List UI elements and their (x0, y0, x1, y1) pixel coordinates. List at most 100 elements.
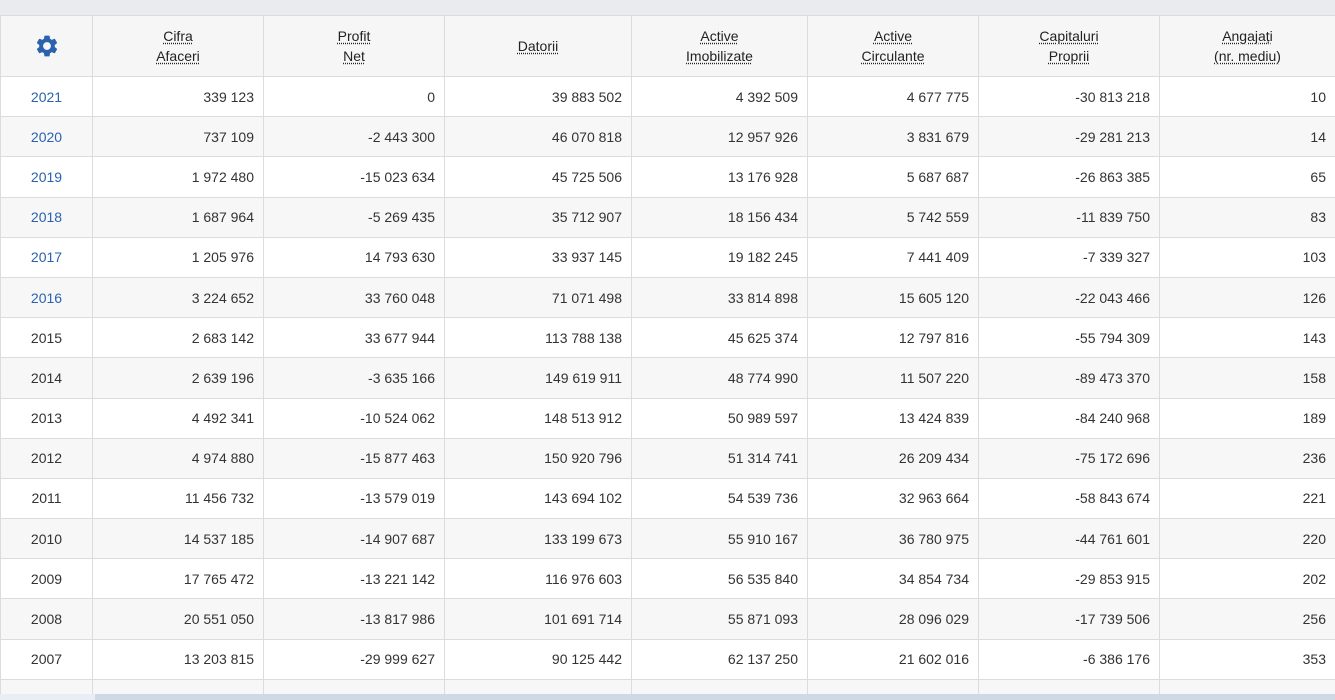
column-header-label[interactable]: Profit Net (338, 26, 371, 66)
cell-active-circulante: 15 605 120 (807, 276, 979, 319)
cell-active-imobilizate: 56 535 840 (631, 558, 808, 600)
column-header-label[interactable]: Active Circulante (861, 26, 924, 66)
year-cell[interactable]: 2019 (0, 156, 93, 198)
cell-cifra-afaceri: 2 683 142 (92, 317, 264, 359)
year-cell: 2008 (0, 598, 93, 640)
year-link[interactable]: 2016 (31, 290, 62, 306)
year-cell: 2015 (0, 317, 93, 359)
column-header-label[interactable]: Active Imobilizate (686, 26, 753, 66)
cell-profit-net: 0 (263, 75, 445, 118)
cell-capitaluri-proprii: -75 172 696 (978, 437, 1160, 479)
table-row: 2011 11 456 732 -13 579 019 143 694 102 54 5… (0, 477, 1335, 520)
year-cell[interactable]: 2020 (0, 116, 93, 158)
year-label: 2012 (30, 450, 63, 467)
year-cell[interactable]: 2021 (0, 75, 93, 118)
cell-datorii: 149 619 911 (444, 357, 632, 399)
cell-profit-net: 33 760 048 (263, 276, 445, 319)
cell-cifra-afaceri: 13 203 815 (92, 638, 264, 680)
year-link[interactable]: 2018 (31, 209, 62, 225)
year-label: 2011 (31, 490, 62, 507)
column-header-line: Net (343, 48, 365, 64)
column-header-label[interactable]: Datorii (518, 36, 558, 56)
cell-active-circulante: 5 687 687 (807, 156, 979, 198)
cell-angajati: 353 (1159, 638, 1335, 680)
cell-capitaluri-proprii: -7 339 327 (978, 236, 1160, 278)
table-row: 2015 2 683 142 33 677 944 113 788 138 45 625… (0, 317, 1335, 359)
cell-active-imobilizate: 55 910 167 (631, 518, 808, 560)
column-header-datorii[interactable]: Datorii (444, 15, 632, 77)
year-label: 2010 (30, 530, 63, 547)
cell-capitaluri-proprii: -84 240 968 (978, 397, 1160, 439)
table-row: 2008 20 551 050 -13 817 986 101 691 714 55 8… (0, 598, 1335, 640)
cell-active-imobilizate: 54 539 736 (631, 477, 808, 520)
year-cell: 2013 (0, 397, 93, 439)
cell-active-imobilizate: 12 957 926 (631, 116, 808, 158)
column-header-label[interactable]: Cifra Afaceri (156, 26, 200, 66)
year-link[interactable]: 2017 (31, 249, 62, 265)
year-cell[interactable]: 2017 (0, 236, 93, 278)
table-row: 2017 1 205 976 14 793 630 33 937 145 19 182 … (0, 236, 1335, 278)
year-cell: 2007 (0, 638, 93, 680)
year-cell: 2010 (0, 518, 93, 560)
top-toolbar-band (0, 0, 1335, 16)
column-header-label[interactable]: Angajați (nr. mediu) (1214, 26, 1281, 66)
cell-active-circulante: 36 780 975 (807, 518, 979, 560)
cell-angajati: 189 (1159, 397, 1335, 439)
cell-profit-net: -14 907 687 (263, 518, 445, 560)
column-header-active-imobilizate[interactable]: Active Imobilizate (631, 15, 808, 77)
column-header-angajati[interactable]: Angajați (nr. mediu) (1159, 15, 1335, 77)
table-row: 2009 17 765 472 -13 221 142 116 976 603 56 5… (0, 558, 1335, 600)
year-link[interactable]: 2021 (31, 89, 62, 105)
cell-datorii: 90 125 442 (444, 638, 632, 680)
column-header-line: (nr. mediu) (1214, 48, 1281, 64)
table-body: 2021 339 123 0 39 883 502 4 392 509 4 677 775… (0, 75, 1335, 700)
cell-active-circulante: 13 424 839 (807, 397, 979, 439)
cell-datorii: 71 071 498 (444, 276, 632, 319)
column-header-capitaluri-proprii[interactable]: Capitaluri Proprii (978, 15, 1160, 77)
cell-cifra-afaceri: 1 687 964 (92, 196, 264, 238)
year-cell[interactable]: 2018 (0, 196, 93, 238)
table-row: 2007 13 203 815 -29 999 627 90 125 442 62 13… (0, 638, 1335, 680)
cell-active-imobilizate: 45 625 374 (631, 317, 808, 359)
cell-profit-net: -2 443 300 (263, 116, 445, 158)
table-row: 2010 14 537 185 -14 907 687 133 199 673 55 9… (0, 518, 1335, 560)
cell-active-circulante: 32 963 664 (807, 477, 979, 520)
cell-capitaluri-proprii: -58 843 674 (978, 477, 1160, 520)
cell-active-circulante: 26 209 434 (807, 437, 979, 479)
cell-active-imobilizate: 19 182 245 (631, 236, 808, 278)
cell-active-circulante: 21 602 016 (807, 638, 979, 680)
cell-datorii: 101 691 714 (444, 598, 632, 640)
column-header-profit-net[interactable]: Profit Net (263, 15, 445, 77)
cell-active-circulante: 5 742 559 (807, 196, 979, 238)
column-header-active-circulante[interactable]: Active Circulante (807, 15, 979, 77)
year-link[interactable]: 2020 (31, 129, 62, 145)
table-row: 2013 4 492 341 -10 524 062 148 513 912 50 98… (0, 397, 1335, 439)
column-header-line: Capitaluri (1039, 28, 1099, 44)
cell-cifra-afaceri: 20 551 050 (92, 598, 264, 640)
cell-active-circulante: 4 677 775 (807, 75, 979, 118)
cell-angajati: 202 (1159, 558, 1335, 600)
cell-angajati: 65 (1159, 156, 1335, 198)
cell-profit-net: -13 817 986 (263, 598, 445, 640)
cell-datorii: 116 976 603 (444, 558, 632, 600)
column-header-cifra-afaceri[interactable]: Cifra Afaceri (92, 15, 264, 77)
gear-icon[interactable] (34, 33, 60, 59)
cell-datorii: 33 937 145 (444, 236, 632, 278)
year-link[interactable]: 2019 (31, 169, 62, 185)
cell-profit-net: -13 579 019 (263, 477, 445, 520)
scrollbar-thumb[interactable] (95, 694, 1335, 700)
cell-angajati: 236 (1159, 437, 1335, 479)
column-header-label[interactable]: Capitaluri Proprii (1039, 26, 1098, 66)
cell-active-imobilizate: 51 314 741 (631, 437, 808, 479)
column-header-line: Active (873, 28, 913, 44)
year-cell: 2014 (0, 357, 93, 399)
cell-datorii: 143 694 102 (444, 477, 632, 520)
cell-angajati: 220 (1159, 518, 1335, 560)
year-cell[interactable]: 2016 (0, 276, 93, 319)
cell-profit-net: -29 999 627 (263, 638, 445, 680)
horizontal-scrollbar[interactable] (0, 694, 1335, 700)
column-header-line: Active (700, 28, 739, 44)
cell-capitaluri-proprii: -17 739 506 (978, 598, 1160, 640)
cell-capitaluri-proprii: -29 281 213 (978, 116, 1160, 158)
column-header-line: Cifra (163, 28, 193, 44)
